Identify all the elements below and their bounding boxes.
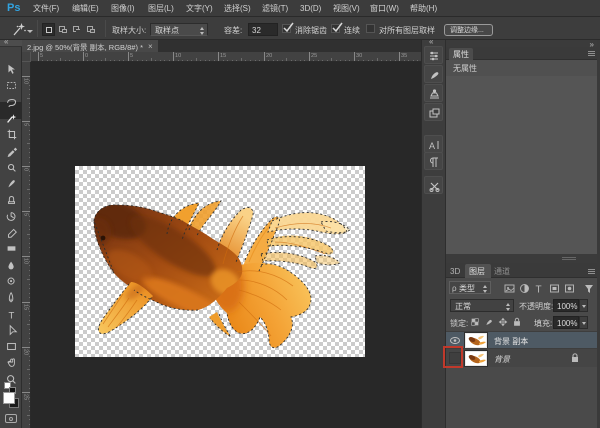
svg-text:A: A <box>429 141 435 151</box>
svg-text:T: T <box>8 310 14 321</box>
svg-text:T: T <box>536 285 542 296</box>
